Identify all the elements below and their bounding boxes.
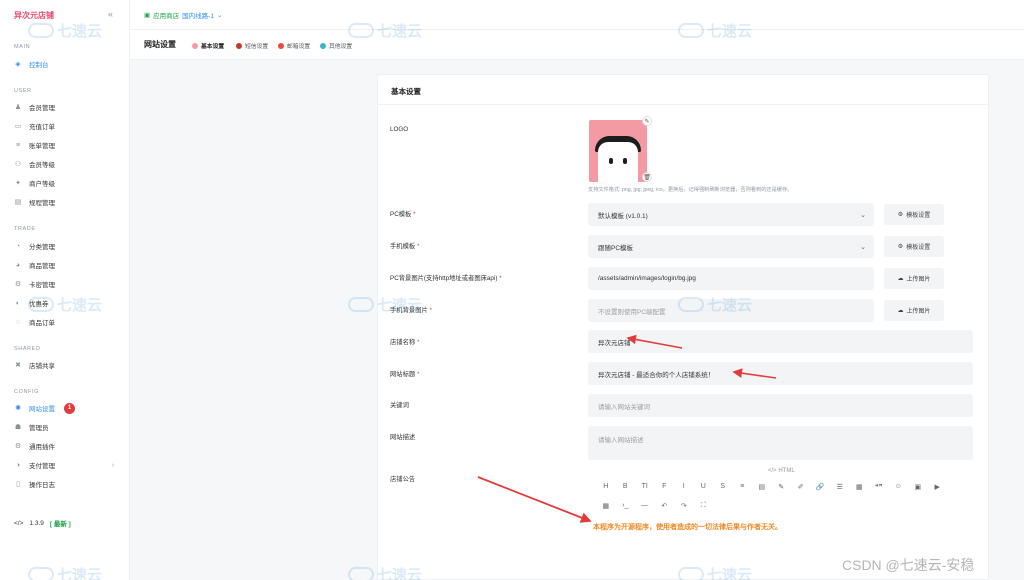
arrow-store-name — [626, 334, 683, 349]
annotation-arrows — [477, 334, 777, 523]
arrow-site-title — [732, 368, 777, 379]
arrow-notice — [477, 476, 592, 523]
